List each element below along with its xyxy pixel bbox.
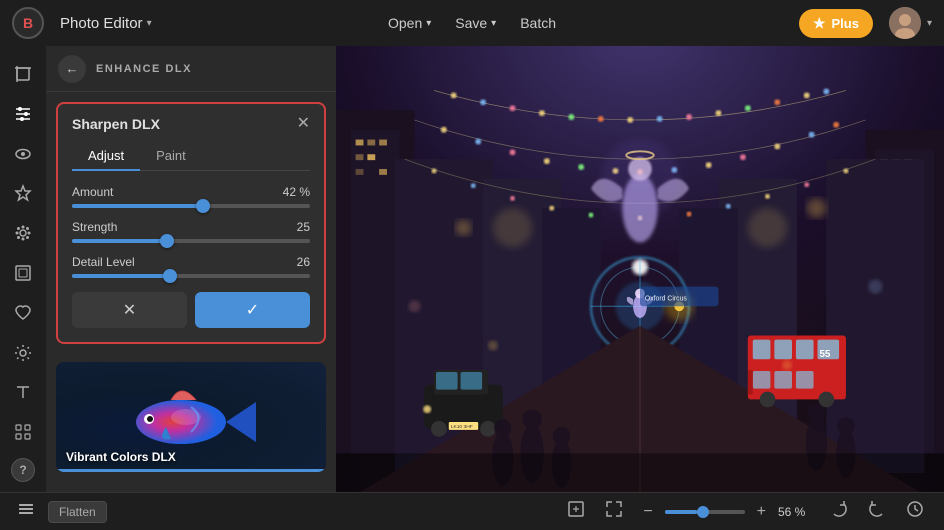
zoom-slider-track[interactable] (665, 510, 745, 514)
amount-label-row: Amount 42 % (72, 185, 310, 199)
sharpen-dlx-card: Sharpen DLX ✕ Adjust Paint Amount 42 % (56, 102, 326, 344)
detail-level-slider-group: Detail Level 26 (72, 255, 310, 278)
flatten-button[interactable]: Flatten (48, 501, 107, 523)
sharpen-card-title: Sharpen DLX (72, 116, 160, 132)
open-menu[interactable]: Open ▾ (388, 15, 431, 31)
svg-text:55: 55 (819, 349, 830, 360)
amount-label: Amount (72, 185, 113, 199)
strength-slider-thumb[interactable] (160, 234, 174, 248)
save-label: Save (455, 15, 487, 31)
batch-button[interactable]: Batch (520, 15, 556, 31)
app-logo[interactable]: B (12, 7, 44, 39)
texture-icon-btn[interactable] (5, 414, 41, 450)
amount-slider-fill (72, 204, 203, 208)
panel-title: ENHANCE DLX (96, 63, 192, 75)
resize-icon-button[interactable] (563, 498, 589, 525)
thumbnail-label: Vibrant Colors DLX (66, 450, 176, 464)
zoom-out-button[interactable]: − (639, 501, 656, 523)
amount-slider-track[interactable] (72, 204, 310, 208)
star-icon-btn[interactable] (5, 175, 41, 211)
tab-adjust[interactable]: Adjust (72, 142, 140, 171)
topbar-center-nav: Open ▾ Save ▾ Batch (388, 15, 556, 31)
sharpen-card-close-button[interactable]: ✕ (297, 116, 310, 132)
app-title[interactable]: Photo Editor ▾ (60, 15, 152, 32)
detail-level-value: 26 (297, 255, 310, 269)
amount-slider-thumb[interactable] (196, 199, 210, 213)
zoom-slider-fill (665, 510, 697, 514)
left-icon-bar: ? (0, 46, 46, 492)
detail-level-slider-fill (72, 274, 170, 278)
photo-canvas[interactable]: 55 LK10 3HF (336, 46, 944, 492)
detail-level-label: Detail Level (72, 255, 135, 269)
panel-back-button[interactable]: ← (58, 55, 86, 83)
plus-star-icon: ★ (813, 15, 826, 32)
topbar: B Photo Editor ▾ Open ▾ Save ▾ Batch ★ P… (0, 0, 944, 46)
history-button[interactable] (902, 498, 928, 525)
open-chevron: ▾ (426, 18, 431, 29)
layers-icon-button[interactable] (16, 499, 36, 524)
crop-icon-btn[interactable] (5, 56, 41, 92)
strength-value: 25 (297, 220, 310, 234)
frame-icon-btn[interactable] (5, 255, 41, 291)
expand-icon-button[interactable] (601, 498, 627, 525)
sharpen-tabs: Adjust Paint (72, 142, 310, 171)
confirm-button[interactable]: ✓ (195, 292, 310, 328)
zoom-slider-thumb[interactable] (697, 506, 709, 518)
tab-paint[interactable]: Paint (140, 142, 202, 170)
amount-slider-group: Amount 42 % (72, 185, 310, 208)
cancel-button[interactable]: ✕ (72, 292, 187, 328)
eye-icon-btn[interactable] (5, 136, 41, 172)
amount-value: 42 % (283, 185, 310, 199)
bottom-bar: Flatten − + 56 % (0, 492, 944, 530)
strength-slider-group: Strength 25 (72, 220, 310, 243)
user-avatar[interactable] (889, 7, 921, 39)
strength-label-row: Strength 25 (72, 220, 310, 234)
detail-level-slider-thumb[interactable] (163, 269, 177, 283)
rotate-right-button[interactable] (826, 498, 852, 525)
help-button[interactable]: ? (11, 458, 35, 482)
zoom-in-button[interactable]: + (753, 501, 770, 523)
cancel-icon: ✕ (123, 300, 136, 320)
app-title-chevron: ▾ (147, 18, 152, 29)
batch-label: Batch (520, 15, 556, 31)
strength-slider-track[interactable] (72, 239, 310, 243)
side-panel: ← ENHANCE DLX Sharpen DLX ✕ Adjust Paint… (46, 46, 336, 492)
app-title-text: Photo Editor (60, 15, 143, 32)
settings-icon-btn[interactable] (5, 335, 41, 371)
svg-text:LK10 3HF: LK10 3HF (451, 424, 473, 430)
plus-label: Plus (832, 16, 859, 31)
confirm-icon: ✓ (246, 300, 259, 320)
save-chevron: ▾ (491, 18, 496, 29)
thumbnail-active-indicator (56, 469, 326, 472)
save-menu[interactable]: Save ▾ (455, 15, 496, 31)
effects-icon-btn[interactable] (5, 215, 41, 251)
vibrant-colors-thumbnail[interactable]: Vibrant Colors DLX (56, 362, 326, 472)
photo-svg: 55 LK10 3HF (336, 46, 944, 492)
open-label: Open (388, 15, 422, 31)
svg-text:Oxford Circus: Oxford Circus (645, 295, 687, 302)
strength-label: Strength (72, 220, 117, 234)
heart-icon-btn[interactable] (5, 295, 41, 331)
strength-slider-fill (72, 239, 167, 243)
undo-button[interactable] (864, 498, 890, 525)
back-arrow-icon: ← (66, 61, 79, 76)
detail-level-slider-track[interactable] (72, 274, 310, 278)
detail-level-label-row: Detail Level 26 (72, 255, 310, 269)
avatar-chevron-icon[interactable]: ▾ (927, 18, 932, 29)
panel-header: ← ENHANCE DLX (46, 46, 336, 92)
text-icon-btn[interactable] (5, 375, 41, 411)
main-area: ? ← ENHANCE DLX Sharpen DLX ✕ Adjust Pai… (0, 46, 944, 492)
plus-upgrade-button[interactable]: ★ Plus (799, 9, 873, 38)
zoom-value-display: 56 % (778, 505, 814, 519)
help-icon: ? (19, 463, 26, 477)
card-actions: ✕ ✓ (72, 292, 310, 328)
sharpen-card-header: Sharpen DLX ✕ (72, 116, 310, 132)
zoom-control: − + 56 % (639, 501, 814, 523)
adjustments-icon-btn[interactable] (5, 96, 41, 132)
